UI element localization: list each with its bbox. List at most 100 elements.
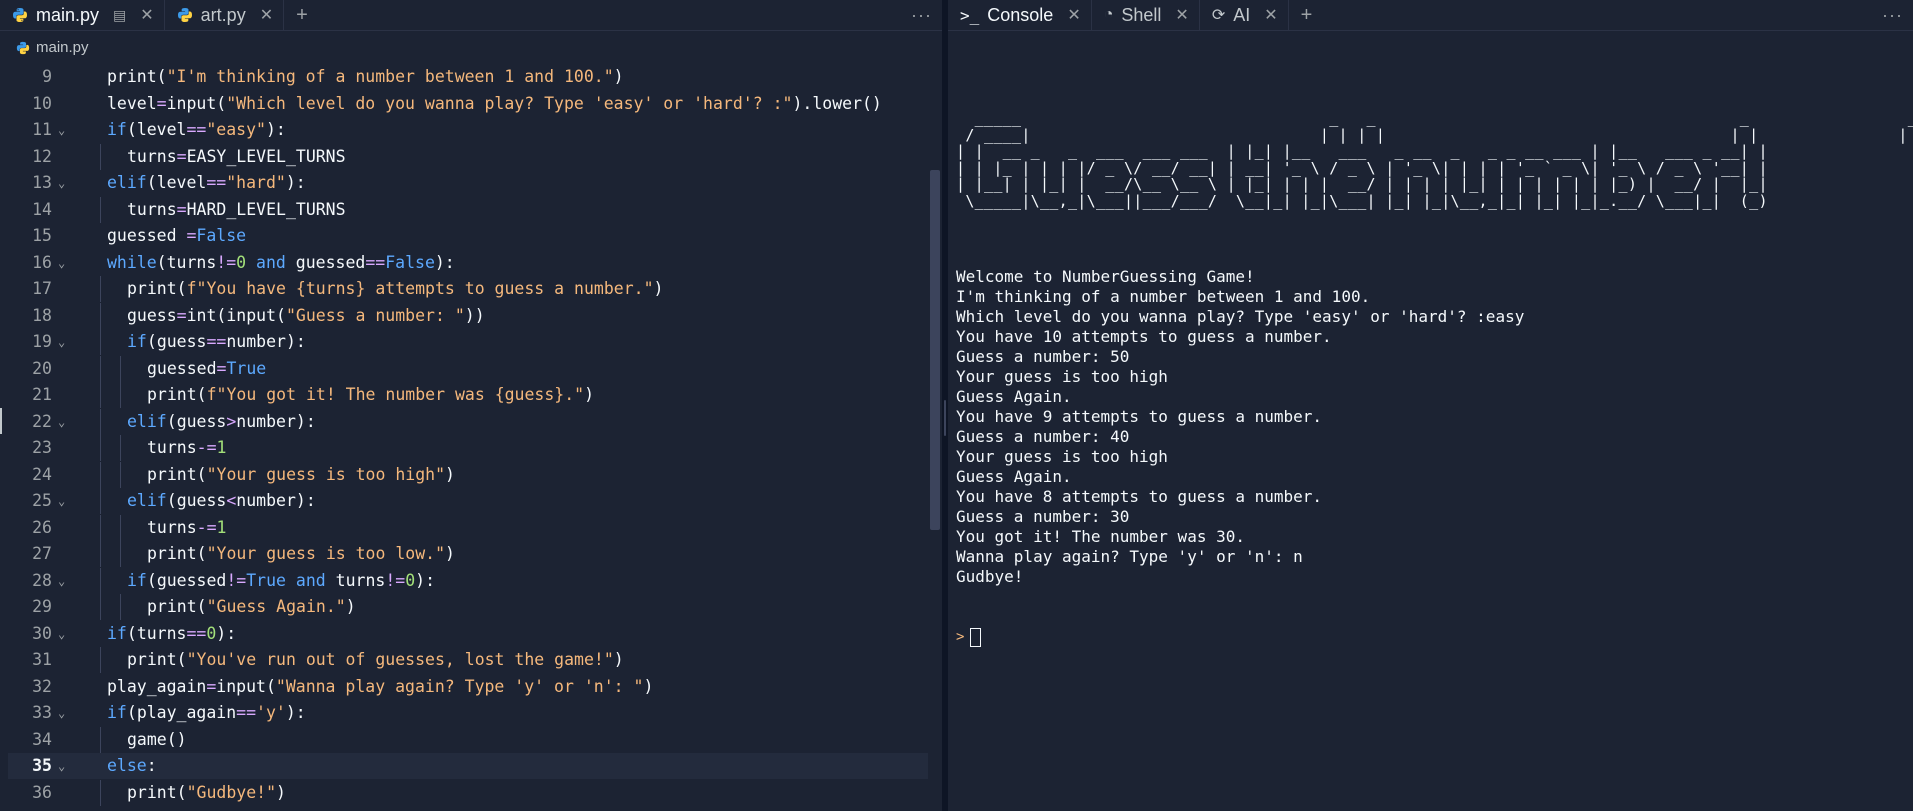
indent-guide (100, 355, 101, 382)
breadcrumb-file[interactable]: main.py (36, 39, 89, 56)
code-text: print("Your guess is too low.") (147, 544, 455, 563)
code-line[interactable]: 31 print("You've run out of guesses, lost… (8, 647, 928, 673)
code-line[interactable]: 9 print("I'm thinking of a number between… (8, 64, 928, 90)
code-text: print(f"You have {turns} attempts to gue… (127, 279, 664, 298)
code-text: print("Guess Again.") (147, 597, 356, 616)
line-number: 18 (32, 305, 52, 325)
code-line[interactable]: 15 guessed =False (8, 223, 928, 249)
console-prompt[interactable]: > (956, 627, 1903, 647)
line-number: 29 (32, 597, 52, 616)
tab-shell[interactable]: ◔ Shell ✕ (1092, 0, 1200, 30)
add-tab-button[interactable]: + (284, 0, 320, 30)
console-line: Gudbye! (956, 567, 1024, 586)
console-line: Wanna play again? Type 'y' or 'n': n (956, 547, 1303, 566)
console-line: Guess Again. (956, 467, 1072, 486)
code-line[interactable]: 35 ⌄ else: (8, 753, 928, 779)
code-text: game() (127, 729, 187, 749)
terminal-icon: >_ (960, 5, 980, 25)
code-line[interactable]: 12 turns=EASY_LEVEL_TURNS (8, 143, 928, 170)
tab-main-py[interactable]: main.py ▤ ✕ (0, 0, 165, 30)
console-line: You have 10 attempts to guess a number. (956, 327, 1332, 346)
close-icon[interactable]: ✕ (1264, 5, 1277, 25)
more-horizontal-icon[interactable]: ··· (1882, 0, 1903, 30)
console-line: Your guess is too high (956, 447, 1168, 466)
chevron-down-icon[interactable]: ⌄ (58, 568, 65, 594)
code-line[interactable]: 19 ⌄ if(guess==number): (8, 329, 928, 355)
ascii-art-banner: _____ _ _ _ _ / ____| | | | | | | (956, 109, 1913, 210)
indent-guide (100, 382, 101, 408)
chevron-down-icon[interactable]: ⌄ (58, 250, 65, 276)
code-editor[interactable]: 9 print("I'm thinking of a number between… (0, 64, 942, 811)
console-output[interactable]: _____ _ _ _ _ / ____| | | | | | | (956, 46, 1913, 687)
chevron-down-icon[interactable]: ⌄ (58, 488, 65, 514)
indent-guide (100, 514, 101, 541)
code-line[interactable]: 26 turns-=1 (8, 514, 928, 541)
code-line[interactable]: 23 turns-=1 (8, 435, 928, 461)
tab-art-py[interactable]: art.py ✕ (165, 0, 285, 30)
line-number: 21 (32, 385, 52, 404)
close-icon[interactable]: ✕ (260, 5, 273, 25)
indent-guide (100, 276, 101, 302)
close-icon[interactable]: ✕ (1067, 5, 1080, 25)
code-line[interactable]: 29 print("Guess Again.") (8, 594, 928, 620)
code-line[interactable]: 18 guess=int(input("Guess a number: ")) (8, 302, 928, 329)
line-number: 36 (32, 782, 52, 802)
code-line[interactable]: 13 ⌄ elif(level=="hard"): (8, 170, 928, 196)
code-line[interactable]: 10 level=input("Which level do you wanna … (8, 91, 928, 117)
tab-label: Shell (1121, 4, 1162, 25)
indent-guide (100, 302, 101, 329)
tab-console[interactable]: >_ Console ✕ (948, 0, 1092, 30)
code-line[interactable]: 24 print("Your guess is too high") (8, 461, 928, 488)
code-text: if(guessed!=True and turns!=0): (127, 570, 436, 590)
code-text: turns-=1 (147, 438, 227, 457)
code-text: if(turns==0): (107, 623, 237, 643)
chevron-down-icon[interactable]: ⌄ (58, 409, 65, 435)
code-line[interactable]: 11 ⌄ if(level=="easy"): (8, 117, 928, 143)
gutter-marker (0, 408, 2, 434)
chevron-down-icon[interactable]: ⌄ (58, 117, 65, 143)
console-line: I'm thinking of a number between 1 and 1… (956, 287, 1371, 306)
code-line[interactable]: 25 ⌄ elif(guess<number): (8, 488, 928, 514)
indent-guide (100, 435, 101, 461)
line-number: 10 (32, 93, 52, 113)
code-line[interactable]: 33 ⌄ if(play_again=='y'): (8, 700, 928, 726)
add-tab-button[interactable]: + (1289, 0, 1325, 30)
code-line[interactable]: 17 print(f"You have {turns} attempts to g… (8, 276, 928, 302)
code-line[interactable]: 16 ⌄ while(turns!=0 and guessed==False): (8, 250, 928, 276)
code-line[interactable]: 30 ⌄ if(turns==0): (8, 621, 928, 647)
code-line[interactable]: 34 game() (8, 726, 928, 753)
line-number: 20 (32, 358, 52, 378)
close-icon[interactable]: ✕ (140, 5, 153, 25)
code-line[interactable]: 20 guessed=True (8, 355, 928, 382)
code-line[interactable]: 22 ⌄ elif(guess>number): (8, 408, 928, 435)
tab-label: art.py (200, 4, 246, 25)
close-icon[interactable]: ✕ (1175, 5, 1188, 25)
more-horizontal-icon[interactable]: ··· (911, 0, 932, 30)
code-text: if(level=="easy"): (107, 120, 286, 139)
chevron-down-icon[interactable]: ⌄ (58, 329, 65, 355)
code-text: print("Gudbye!") (127, 782, 286, 802)
console-line: Guess a number: 30 (956, 507, 1130, 526)
text-cursor (970, 627, 982, 647)
code-line[interactable]: 21 print(f"You got it! The number was {gu… (8, 382, 928, 408)
chevron-down-icon[interactable]: ⌄ (58, 753, 65, 779)
preview-icon[interactable]: ▤ (113, 7, 126, 24)
code-line[interactable]: 28 ⌄ if(guessed!=True and turns!=0): (8, 567, 928, 594)
code-line[interactable]: 36 print("Gudbye!") (8, 779, 928, 806)
tab-ai[interactable]: ⟳ AI ✕ (1200, 0, 1289, 30)
chevron-down-icon[interactable]: ⌄ (58, 621, 65, 647)
tab-label: main.py (36, 4, 100, 25)
console-line: Guess a number: 50 (956, 347, 1130, 366)
code-line[interactable]: 27 print("Your guess is too low.") (8, 541, 928, 567)
chevron-down-icon[interactable]: ⌄ (58, 170, 65, 196)
line-number: 27 (32, 544, 52, 563)
console-lines: Welcome to NumberGuessing Game! I'm think… (956, 267, 1903, 587)
code-line[interactable]: 14 turns=HARD_LEVEL_TURNS (8, 196, 928, 223)
chevron-down-icon[interactable]: ⌄ (58, 700, 65, 726)
tab-label: AI (1233, 4, 1251, 25)
code-text: play_again=input("Wanna play again? Type… (107, 676, 654, 696)
editor-scrollbar[interactable] (930, 170, 940, 530)
line-number: 19 (32, 332, 52, 351)
code-line[interactable]: 32 play_again=input("Wanna play again? Ty… (8, 674, 928, 700)
line-number: 23 (32, 438, 52, 457)
